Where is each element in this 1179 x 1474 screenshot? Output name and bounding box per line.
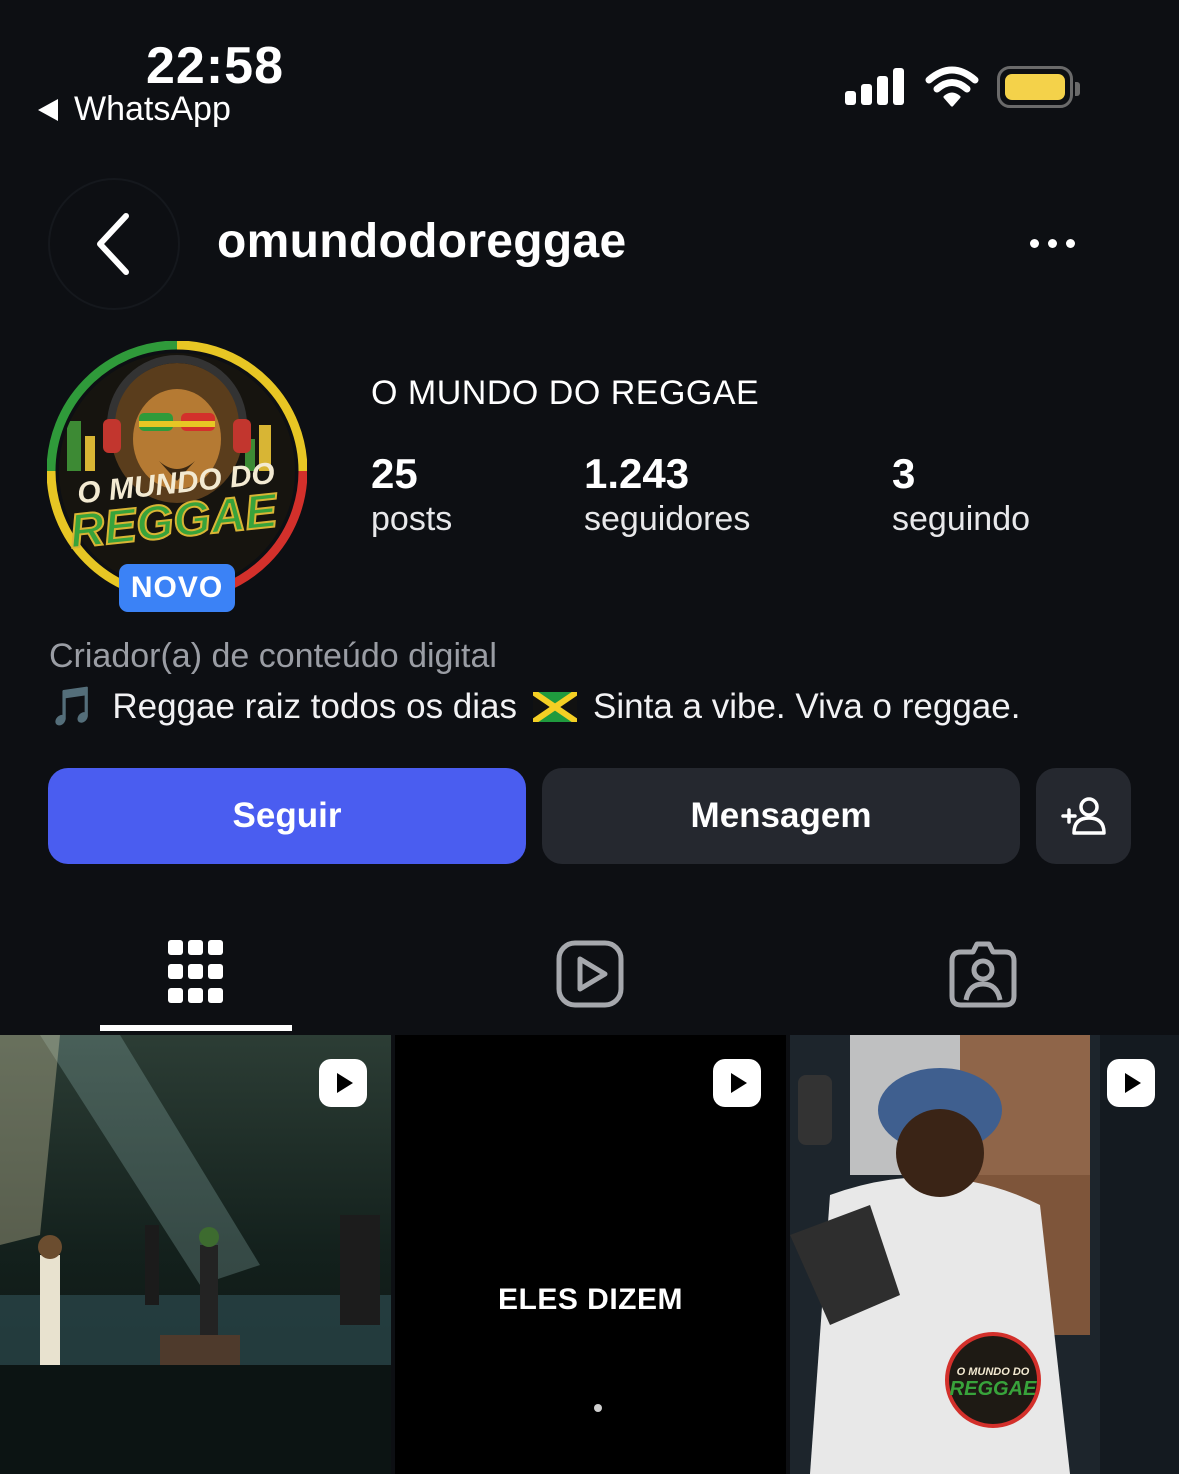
post-overlay-text: ELES DIZEM xyxy=(497,1283,683,1316)
status-time: 22:58 xyxy=(146,37,284,95)
profile-avatar[interactable]: O MUNDO DO REGGAE xyxy=(46,340,308,602)
followers-label: seguidores xyxy=(584,500,751,538)
add-person-icon xyxy=(1060,797,1106,835)
follow-button[interactable]: Seguir xyxy=(48,768,526,864)
followers-count: 1.243 xyxy=(584,450,690,497)
svg-text:O MUNDO DO: O MUNDO DO xyxy=(957,1366,1030,1378)
reel-indicator-icon xyxy=(1107,1059,1155,1107)
small-logo-icon xyxy=(594,1404,602,1412)
new-badge: NOVO xyxy=(119,564,235,612)
following-count: 3 xyxy=(892,450,916,497)
profile-category: Criador(a) de conteúdo digital xyxy=(49,637,497,675)
reels-icon xyxy=(556,940,624,1008)
grid-icon xyxy=(168,940,223,1003)
battery-icon xyxy=(997,66,1080,108)
posts-stat[interactable]: 25 posts xyxy=(371,450,452,539)
following-label: seguindo xyxy=(892,500,1031,538)
tab-posts-grid[interactable] xyxy=(146,924,246,1024)
suggest-users-button[interactable] xyxy=(1036,768,1131,864)
following-stat[interactable]: 3 seguindo xyxy=(892,450,1030,539)
jamaica-flag-icon xyxy=(533,691,578,722)
cell-signal-icon xyxy=(845,68,904,105)
profile-bio: 🎵 Reggae raiz todos os dias Sinta a vibe… xyxy=(49,684,1020,729)
back-button[interactable] xyxy=(48,178,180,310)
post-thumbnail-2[interactable]: ELES DIZEM xyxy=(395,1035,786,1474)
posts-count: 25 xyxy=(371,450,418,497)
posts-label: posts xyxy=(371,500,453,538)
reel-indicator-icon xyxy=(713,1059,761,1107)
tab-tagged[interactable] xyxy=(933,924,1033,1024)
music-note-icon: 🎵 xyxy=(49,684,97,728)
chevron-left-icon xyxy=(97,213,129,275)
display-name: O MUNDO DO REGGAE xyxy=(371,374,760,412)
back-app-label: WhatsApp xyxy=(74,90,231,128)
wifi-icon xyxy=(925,66,979,107)
reggae-lion-logo: O MUNDO DO REGGAE xyxy=(46,340,308,602)
active-tab-indicator xyxy=(100,1025,292,1031)
post-thumbnail-3[interactable]: O MUNDO DO REGGAE xyxy=(790,1035,1179,1474)
tagged-icon xyxy=(949,941,1017,1008)
svg-text:REGGAE: REGGAE xyxy=(950,1378,1037,1400)
bio-text-2: Sinta a vibe. Viva o reggae. xyxy=(593,686,1021,726)
back-to-app-link[interactable]: WhatsApp xyxy=(38,90,231,129)
reel-indicator-icon xyxy=(319,1059,367,1107)
followers-stat[interactable]: 1.243 seguidores xyxy=(584,450,750,539)
bio-text-1: Reggae raiz todos os dias xyxy=(112,686,518,726)
back-arrow-icon xyxy=(38,98,58,121)
more-options-button[interactable] xyxy=(1030,228,1090,258)
tab-reels[interactable] xyxy=(540,924,640,1024)
post-thumbnail-1[interactable] xyxy=(0,1035,391,1474)
profile-username: omundodoreggae xyxy=(217,215,627,268)
message-button[interactable]: Mensagem xyxy=(542,768,1020,864)
